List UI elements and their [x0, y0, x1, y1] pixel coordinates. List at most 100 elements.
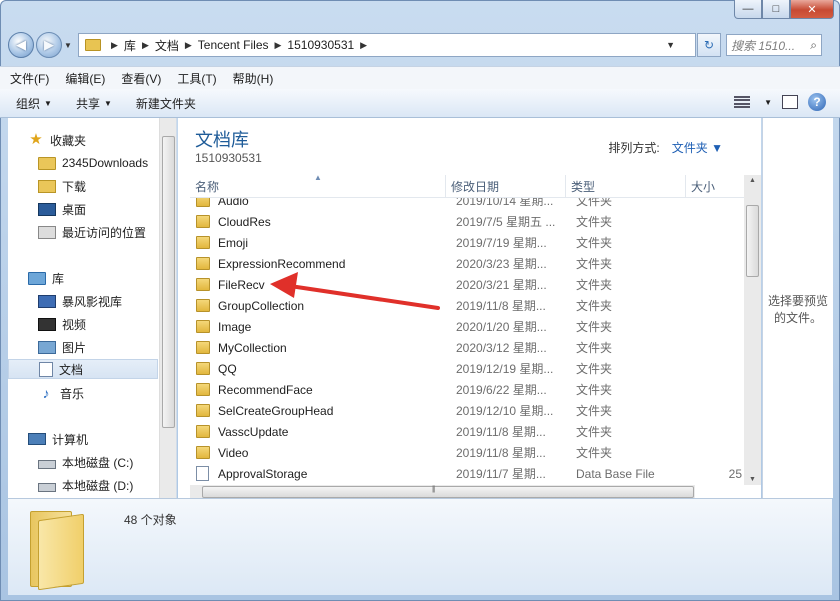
column-label: 修改日期 [451, 179, 500, 194]
sidebar-favorites-header[interactable]: ★ 收藏夹 [28, 130, 86, 150]
file-name-cell[interactable]: Image [190, 320, 446, 334]
breadcrumb-item[interactable]: 库 [124, 37, 136, 54]
column-name[interactable]: ▲ 名称 [190, 173, 446, 197]
chevron-down-icon[interactable]: ▼ [764, 98, 772, 107]
scrollbar-thumb[interactable] [202, 486, 694, 498]
sidebar-item-documents[interactable]: 文档 [8, 359, 158, 379]
file-row[interactable]: CloudRes 2019/7/5 星期五 ... 文件夹 [190, 211, 746, 232]
file-name-cell[interactable]: FileRecv [190, 278, 446, 292]
file-name-cell[interactable]: ExpressionRecommend [190, 257, 446, 271]
menu-view[interactable]: 查看(V) [121, 70, 161, 87]
sidebar-item-music[interactable]: ♪ 音乐 [38, 383, 85, 403]
folder-icon [196, 215, 210, 228]
file-name-cell[interactable]: MyCollection [190, 341, 446, 355]
file-row[interactable]: RecommendFace 2019/6/22 星期... 文件夹 [190, 379, 746, 400]
chevron-down-icon[interactable]: ▼ [666, 40, 675, 50]
sidebar-label: 最近访问的位置 [62, 225, 147, 240]
sidebar-item-videos[interactable]: 视频 [38, 314, 86, 334]
refresh-button[interactable]: ↻ [697, 33, 721, 57]
sidebar-libraries-header[interactable]: 库 [28, 268, 64, 288]
file-row[interactable]: ApprovalStorage 2019/11/7 星期... Data Base … [190, 463, 746, 484]
chevron-right-icon[interactable]: ▶ [360, 40, 367, 51]
column-type[interactable]: 类型 [566, 175, 686, 197]
sidebar-item-recent-places[interactable]: 最近访问的位置 [38, 222, 146, 242]
share-button[interactable]: 共享 ▼ [76, 95, 112, 112]
file-row[interactable]: ExpressionRecommend 2020/3/23 星期... 文件夹 [190, 253, 746, 274]
chevron-right-icon[interactable]: ▶ [142, 40, 149, 51]
scroll-up-icon[interactable]: ▲ [744, 177, 761, 184]
sidebar-item-drive-c[interactable]: 本地磁盘 (C:) [38, 452, 133, 472]
file-name-cell[interactable]: Emoji [190, 236, 446, 250]
breadcrumb-item[interactable]: 1510930531 [287, 38, 354, 52]
file-date: 2019/6/22 星期... [456, 383, 547, 397]
breadcrumb-item[interactable]: 文档 [155, 37, 179, 54]
file-row[interactable]: VasscUpdate 2019/11/8 星期... 文件夹 [190, 421, 746, 442]
search-icon[interactable]: ⌕ [810, 38, 817, 53]
address-bar[interactable]: ▶ 库 ▶ 文档 ▶ Tencent Files ▶ 1510930531 ▶ … [78, 33, 721, 57]
file-name-cell[interactable]: QQ [190, 362, 446, 376]
file-row[interactable]: Emoji 2019/7/19 星期... 文件夹 [190, 232, 746, 253]
sidebar-label: 库 [52, 271, 65, 286]
breadcrumb-item[interactable]: Tencent Files [198, 38, 269, 52]
sidebar-item-pictures[interactable]: 图片 [38, 337, 86, 357]
file-name-cell[interactable]: ApprovalStorage [190, 466, 446, 481]
column-label: 类型 [571, 179, 596, 194]
chevron-right-icon[interactable]: ▶ [275, 40, 282, 51]
sidebar-scrollbar[interactable] [159, 118, 176, 498]
details-pane: 48 个对象 [8, 498, 832, 595]
new-folder-button[interactable]: 新建文件夹 [136, 95, 196, 112]
search-input[interactable]: 搜索 1510... ⌕ [726, 34, 822, 56]
file-row[interactable]: GroupCollection 2019/11/8 星期... 文件夹 [190, 295, 746, 316]
file-row[interactable]: Video 2019/11/8 星期... 文件夹 [190, 442, 746, 463]
maximize-button[interactable]: □ [762, 0, 790, 19]
sidebar-computer-header[interactable]: 计算机 [28, 429, 88, 449]
file-row[interactable]: Audio 2019/10/14 星期... 文件夹 [190, 198, 746, 211]
sidebar-item-2345downloads[interactable]: 2345Downloads [38, 153, 148, 173]
file-name-cell[interactable]: Audio [190, 198, 446, 208]
preview-pane-icon[interactable] [782, 95, 798, 109]
sidebar-item-desktop[interactable]: 桌面 [38, 199, 86, 219]
chevron-right-icon[interactable]: ▶ [185, 40, 192, 51]
column-date-modified[interactable]: 修改日期 [446, 175, 566, 197]
file-name-cell[interactable]: RecommendFace [190, 383, 446, 397]
back-button[interactable]: ◀ [8, 32, 34, 58]
scroll-down-icon[interactable]: ▼ [744, 476, 761, 483]
scrollbar-thumb[interactable] [746, 205, 759, 277]
arrange-value[interactable]: 文件夹 ▼ [672, 141, 723, 155]
sidebar-label: 本地磁盘 (D:) [62, 478, 134, 493]
view-options-icon[interactable] [734, 96, 751, 108]
menu-file[interactable]: 文件(F) [10, 70, 49, 87]
sidebar-item-baofeng-library[interactable]: 暴风影视库 [38, 291, 122, 311]
minimize-button[interactable]: — [734, 0, 762, 19]
menu-edit[interactable]: 编辑(E) [65, 70, 105, 87]
sidebar-item-downloads[interactable]: 下载 [38, 176, 86, 196]
scrollbar-thumb[interactable] [162, 136, 175, 428]
close-button[interactable]: ✕ [790, 0, 834, 19]
file-list-horizontal-scrollbar[interactable]: ||| [190, 485, 695, 498]
menu-help[interactable]: 帮助(H) [233, 70, 274, 87]
file-date: 2020/1/20 星期... [456, 320, 547, 334]
file-row[interactable]: MyCollection 2020/3/12 星期... 文件夹 [190, 337, 746, 358]
organize-button[interactable]: 组织 ▼ [16, 95, 52, 112]
file-name-cell[interactable]: CloudRes [190, 215, 446, 229]
file-row[interactable]: QQ 2019/12/19 星期... 文件夹 [190, 358, 746, 379]
column-size[interactable]: 大小 [686, 175, 746, 197]
recent-pages-dropdown[interactable]: ▼ [64, 41, 74, 50]
file-date: 2019/7/19 星期... [456, 236, 547, 250]
file-row[interactable]: FileRecv 2020/3/21 星期... 文件夹 [190, 274, 746, 295]
file-name-cell[interactable]: SelCreateGroupHead [190, 404, 446, 418]
folder-icon [196, 341, 210, 354]
file-name-cell[interactable]: VasscUpdate [190, 425, 446, 439]
file-name-cell[interactable]: GroupCollection [190, 299, 446, 313]
video-library-icon [38, 294, 56, 308]
forward-button[interactable]: ▶ [36, 32, 62, 58]
sidebar-label: 收藏夹 [50, 133, 87, 148]
sidebar-item-drive-d[interactable]: 本地磁盘 (D:) [38, 475, 133, 495]
file-list-vertical-scrollbar[interactable]: ▲ ▼ [744, 175, 761, 485]
file-row[interactable]: SelCreateGroupHead 2019/12/10 星期... 文件夹 [190, 400, 746, 421]
file-name-cell[interactable]: Video [190, 446, 446, 460]
chevron-right-icon[interactable]: ▶ [111, 40, 118, 51]
help-icon[interactable]: ? [808, 93, 826, 111]
menu-tools[interactable]: 工具(T) [177, 70, 216, 87]
file-row[interactable]: Image 2020/1/20 星期... 文件夹 [190, 316, 746, 337]
